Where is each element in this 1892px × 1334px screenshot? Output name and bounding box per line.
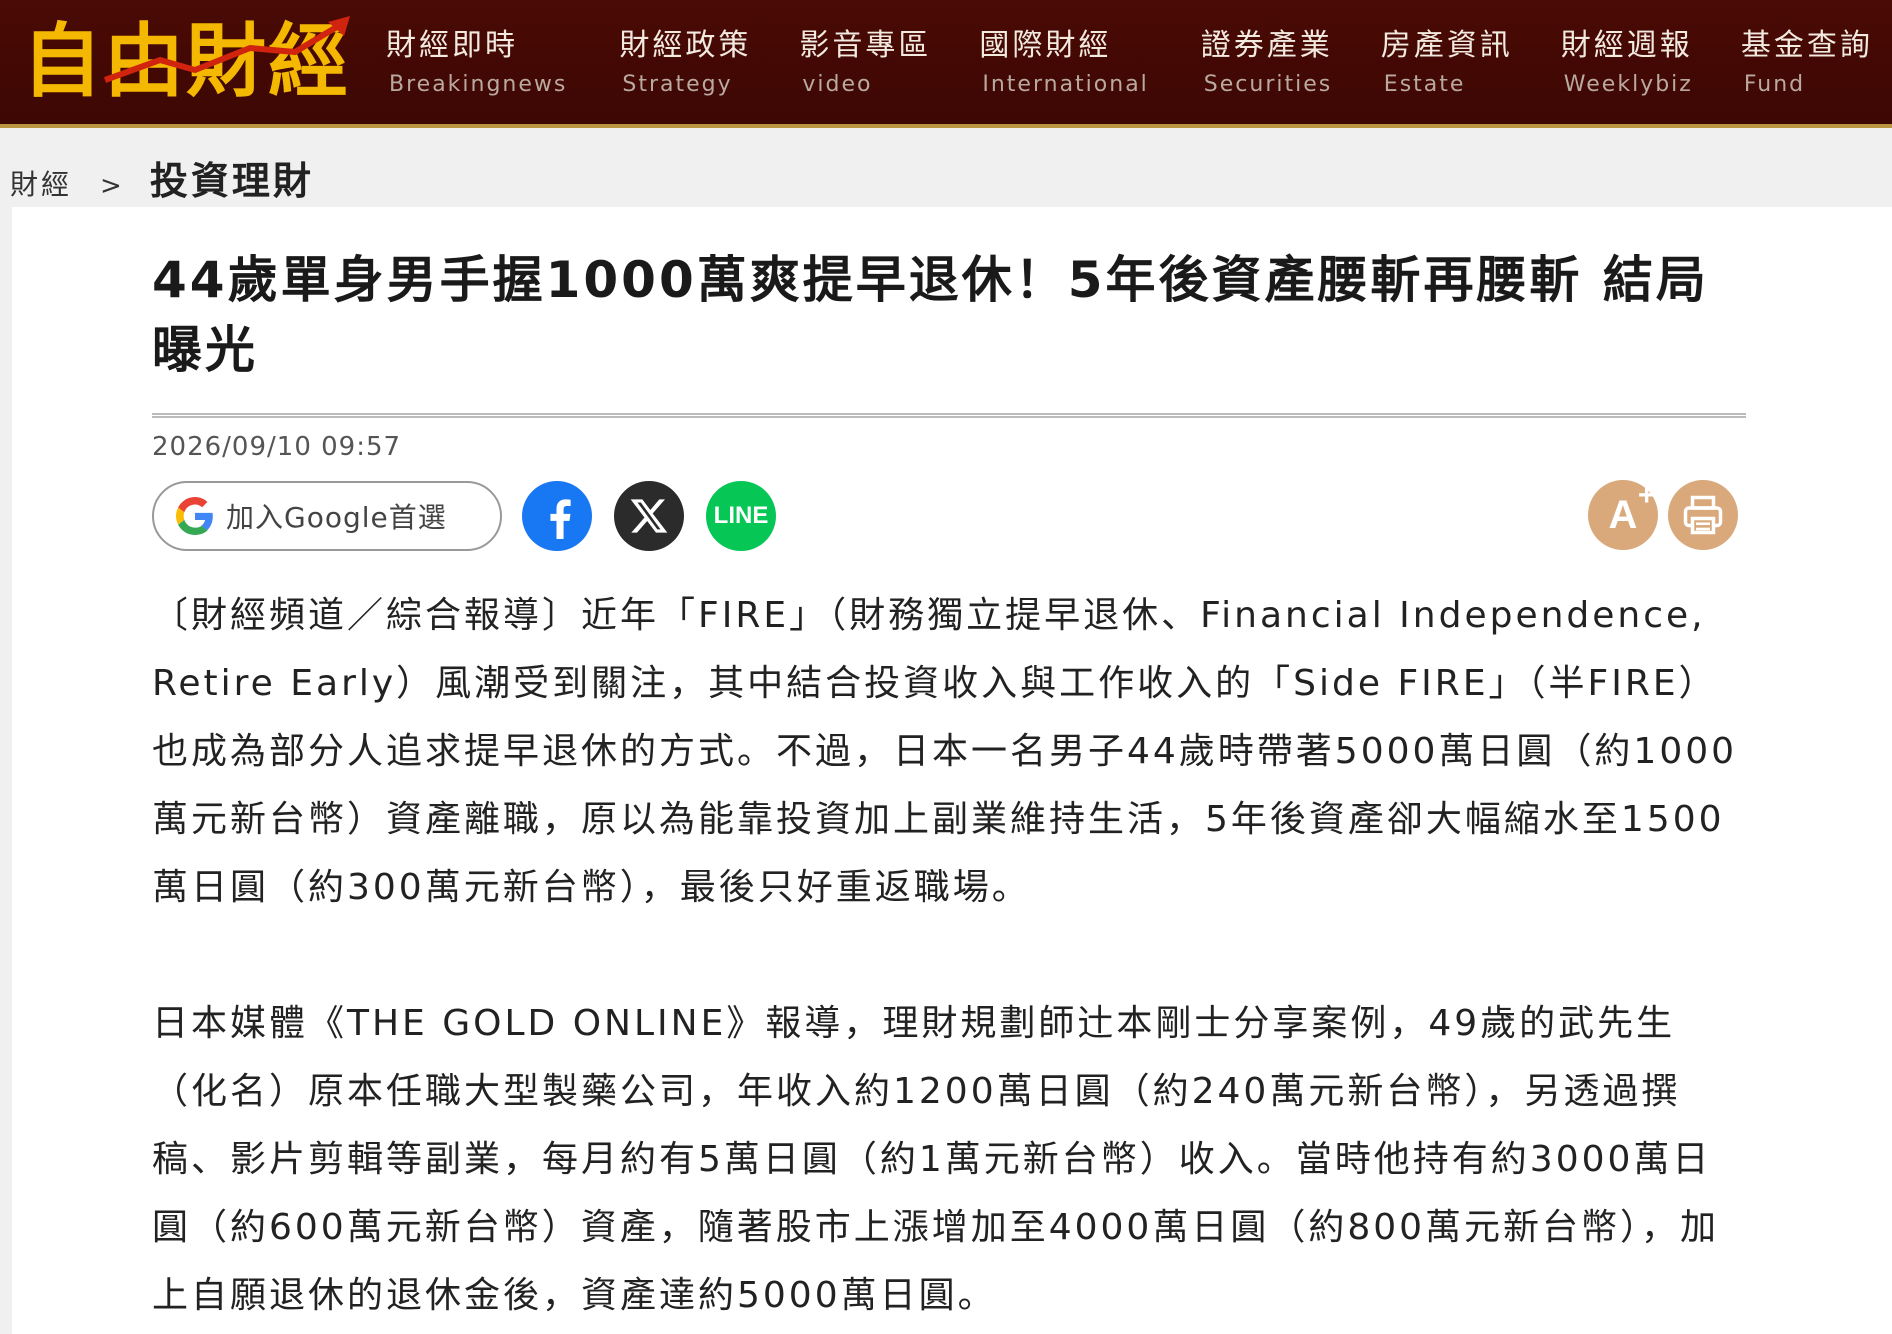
breadcrumb-separator: > <box>100 171 122 201</box>
nav-menu: 財經即時 Breakingnews 財經政策 Strategy 影音專區 vid… <box>370 0 1873 124</box>
article-tools: A + <box>1578 478 1738 550</box>
add-google-preferred-button[interactable]: 加入Google首選 <box>152 481 502 551</box>
nav-item-international[interactable]: 國際財經 International <box>979 0 1148 124</box>
nav-item-securities[interactable]: 證券產業 Securities <box>1201 0 1333 124</box>
share-toolbar: 加入Google首選 LINE A + <box>152 478 1746 552</box>
top-nav-bar: 自由財經 財經即時 Breakingnews 財經政策 Strategy 影音專… <box>0 0 1892 128</box>
google-button-label: 加入Google首選 <box>226 501 447 534</box>
nav-item-weeklybiz[interactable]: 財經週報 Weeklybiz <box>1561 0 1693 124</box>
font-size-plus-icon: A + <box>1608 478 1656 537</box>
nav-item-label: 財經即時 <box>386 27 518 63</box>
nav-item-label: 財經政策 <box>619 27 752 63</box>
nav-item-sublabel: International <box>982 71 1149 97</box>
nav-item-strategy[interactable]: 財經政策 Strategy <box>619 0 751 124</box>
rising-arrow-icon <box>103 16 350 83</box>
breadcrumb-root-link[interactable]: 財經 <box>10 163 72 203</box>
nav-item-sublabel: Strategy <box>622 71 733 97</box>
nav-item-label: 基金查詢 <box>1740 27 1873 63</box>
nav-item-sublabel: Estate <box>1383 71 1466 97</box>
x-icon <box>630 499 668 533</box>
article-card: 44歲單身男手握1000萬爽提早退休！5年後資產腰斬再腰斬 結局曝光 2026/… <box>12 207 1892 1334</box>
print-button[interactable] <box>1668 480 1738 550</box>
nav-item-label: 證券產業 <box>1200 27 1333 63</box>
title-divider <box>152 413 1746 418</box>
line-share-button[interactable]: LINE <box>706 481 776 551</box>
nav-item-sublabel: Weeklybiz <box>1563 71 1693 97</box>
article-paragraph: 日本媒體《THE GOLD ONLINE》報導，理財規劃師辻本剛士分享案例，49… <box>152 1003 1720 1316</box>
nav-item-sublabel: Securities <box>1203 71 1333 97</box>
breadcrumb-current-section[interactable]: 投資理財 <box>150 150 314 205</box>
nav-item-label: 房產資訊 <box>1380 27 1513 63</box>
article-body: 〔財經頻道／綜合報導〕近年「FIRE」（財務獨立提早退休、Financial I… <box>152 582 1746 1330</box>
font-size-button[interactable]: A + <box>1588 478 1658 550</box>
breadcrumb: 財經 > 投資理財 <box>10 150 314 205</box>
facebook-icon <box>550 499 571 539</box>
x-share-button[interactable] <box>614 481 684 551</box>
google-g-icon <box>176 497 213 535</box>
nav-item-label: 財經週報 <box>1560 27 1693 63</box>
nav-item-breakingnews[interactable]: 財經即時 Breakingnews <box>386 0 567 124</box>
article-date: 2026/09/10 09:57 <box>152 432 402 462</box>
nav-item-label: 國際財經 <box>979 27 1112 63</box>
nav-item-sublabel: Fund <box>1743 71 1806 97</box>
article-paragraph: 〔財經頻道／綜合報導〕近年「FIRE」（財務獨立提早退休、Financial I… <box>152 595 1738 908</box>
nav-item-fund[interactable]: 基金查詢 Fund <box>1741 0 1873 124</box>
nav-item-video[interactable]: 影音專區 video <box>799 0 931 124</box>
nav-item-sublabel: video <box>802 71 873 97</box>
facebook-share-button[interactable] <box>522 481 592 551</box>
article-container: 44歲單身男手握1000萬爽提早退休！5年後資產腰斬再腰斬 結局曝光 2026/… <box>152 207 1746 1334</box>
print-icon <box>1683 495 1723 535</box>
nav-item-label: 影音專區 <box>799 27 932 63</box>
nav-item-sublabel: Breakingnews <box>389 71 568 97</box>
line-icon: LINE <box>713 502 769 529</box>
article-title: 44歲單身男手握1000萬爽提早退休！5年後資產腰斬再腰斬 結局曝光 <box>152 251 1709 379</box>
site-logo[interactable]: 自由財經 <box>0 0 370 126</box>
nav-item-estate[interactable]: 房產資訊 Estate <box>1381 0 1513 124</box>
